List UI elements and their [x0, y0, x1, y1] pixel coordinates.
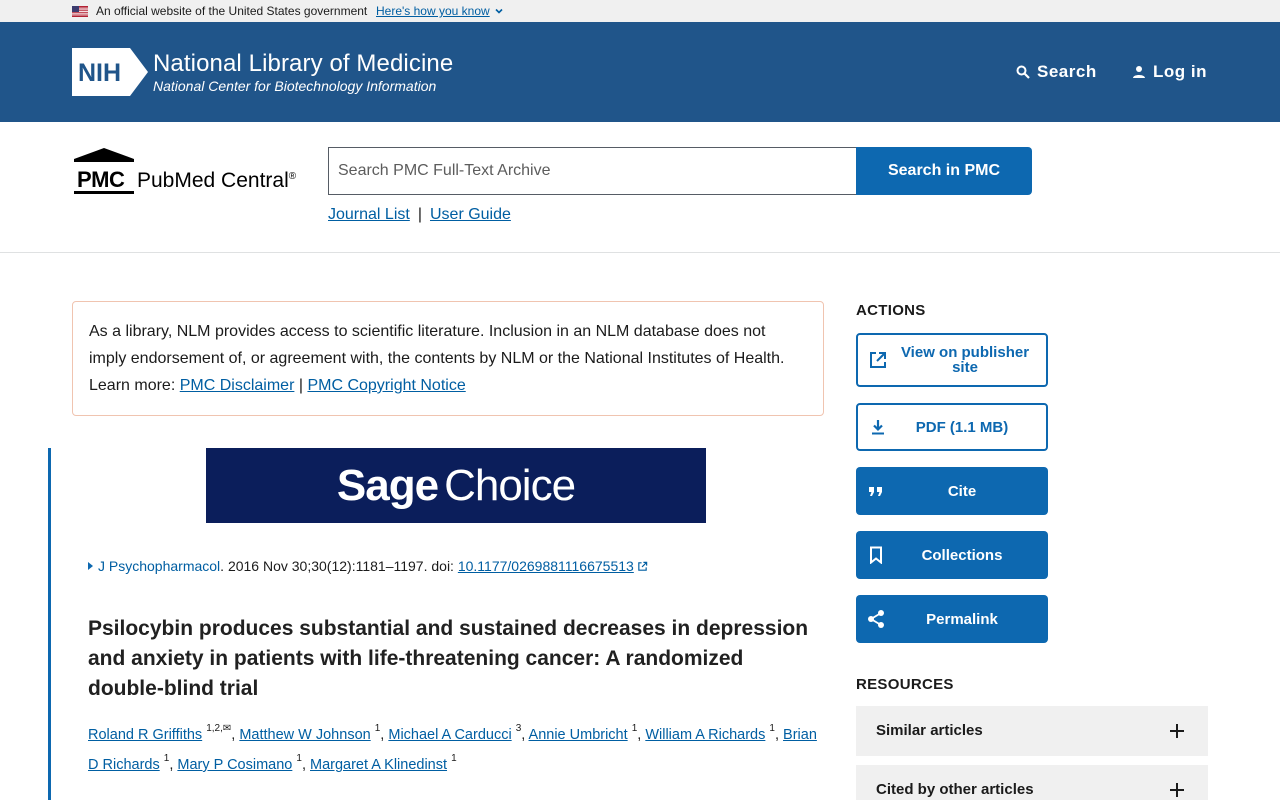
author-link[interactable]: Annie Umbricht — [529, 727, 628, 743]
nlm-title[interactable]: National Library of Medicine — [153, 50, 453, 78]
disclaimer-text: As a library, NLM provides access to sci… — [89, 323, 785, 367]
author-affiliation: 1,2,✉ — [206, 723, 232, 734]
download-icon — [868, 417, 888, 437]
header-search-label: Search — [1037, 62, 1097, 81]
sage-banner-word1: Sage — [336, 460, 439, 510]
author-link[interactable]: William A Richards — [645, 727, 765, 743]
search-icon — [1016, 65, 1030, 79]
gov-banner-text: An official website of the United States… — [96, 4, 368, 18]
actions-heading: ACTIONS — [856, 302, 926, 319]
quote-icon — [866, 481, 886, 501]
link-separator: | — [417, 206, 422, 223]
pmc-links: Journal List | User Guide — [328, 206, 511, 224]
article-title: Psilocybin produces substantial and sust… — [88, 617, 809, 700]
cited-by-label: Cited by other articles — [876, 781, 1034, 798]
user-icon — [1133, 66, 1145, 78]
plus-icon — [1170, 783, 1184, 797]
nlm-subtitle: National Center for Biotechnology Inform… — [153, 78, 437, 94]
similar-articles-accordion[interactable]: Similar articles — [856, 706, 1208, 756]
nlm-header: NIH National Library of Medicine Nationa… — [0, 22, 1280, 122]
author-link[interactable]: Margaret A Klinedinst — [310, 757, 447, 773]
pmc-disclaimer-link[interactable]: PMC Disclaimer — [180, 377, 295, 394]
sage-choice-banner[interactable]: Sage Choice — [206, 448, 706, 523]
cited-by-accordion[interactable]: Cited by other articles — [856, 765, 1208, 800]
author-link[interactable]: Roland R Griffiths — [88, 727, 202, 743]
cite-button[interactable]: Cite — [856, 467, 1048, 515]
heres-how-you-know-link[interactable]: Here's how you know — [376, 4, 490, 18]
nih-logo[interactable]: NIH — [72, 48, 148, 96]
author-affiliation: 1 — [451, 753, 457, 764]
author-affiliation: 1 — [374, 723, 381, 734]
learn-more-label: Learn more: — [89, 377, 176, 394]
pdf-download-button[interactable]: PDF (1.1 MB) — [856, 403, 1048, 451]
resources-heading: RESOURCES — [856, 676, 954, 693]
bookmark-icon — [866, 545, 886, 565]
author-link[interactable]: Matthew W Johnson — [239, 727, 370, 743]
pmc-logo-abbr: PMC — [77, 167, 125, 192]
chevron-down-icon[interactable] — [494, 6, 504, 16]
us-flag-icon — [72, 6, 88, 17]
sage-banner-word2: Choice — [444, 460, 576, 510]
author-list: Roland R Griffiths 1,2,✉, Matthew W John… — [88, 723, 817, 774]
collections-button[interactable]: Collections — [856, 531, 1048, 579]
article-citation: J Psychopharmacol. 2016 Nov 30;30(12):11… — [88, 558, 648, 574]
author-affiliation: 3 — [515, 723, 522, 734]
journal-list-link[interactable]: Journal List — [328, 206, 410, 223]
share-icon — [866, 609, 886, 629]
search-in-pmc-button[interactable]: Search in PMC — [856, 147, 1032, 195]
pmc-search-input[interactable] — [328, 147, 857, 195]
citation-details: . 2016 Nov 30;30(12):1181–1197. doi: — [220, 558, 458, 574]
expand-triangle-icon[interactable] — [88, 562, 93, 570]
author-link[interactable]: Michael A Carducci — [388, 727, 511, 743]
similar-articles-label: Similar articles — [876, 722, 983, 739]
pmc-logo-name: PubMed Central® — [137, 169, 296, 193]
article-accent-bar — [48, 448, 51, 800]
registered-mark: ® — [288, 171, 297, 182]
author-link[interactable]: Mary P Cosimano — [177, 757, 292, 773]
nih-logo-text: NIH — [78, 59, 121, 87]
author-affiliation: 1 — [163, 753, 170, 764]
author-affiliation: 1 — [769, 723, 775, 734]
header-login-button[interactable]: Log in — [1132, 62, 1207, 82]
plus-icon — [1170, 724, 1184, 738]
external-link-icon — [868, 350, 888, 370]
header-login-label: Log in — [1153, 62, 1207, 81]
header-search-button[interactable]: Search — [1016, 62, 1097, 82]
journal-link[interactable]: J Psychopharmacol — [98, 558, 220, 574]
permalink-button[interactable]: Permalink — [856, 595, 1048, 643]
pmc-logo[interactable]: PMC PubMed Central® — [72, 147, 317, 197]
user-guide-link[interactable]: User Guide — [430, 206, 511, 223]
pmc-logo-name-text: PubMed Central — [137, 169, 289, 192]
pmc-copyright-notice-link[interactable]: PMC Copyright Notice — [307, 377, 465, 394]
gov-banner: An official website of the United States… — [0, 0, 1280, 22]
pmc-search-bar: PMC PubMed Central® Search in PMC Journa… — [0, 122, 1280, 253]
external-link-icon[interactable] — [637, 561, 648, 572]
view-on-publisher-site-button[interactable]: View on publisher site — [856, 333, 1048, 387]
library-disclaimer: As a library, NLM provides access to sci… — [72, 301, 824, 416]
author-affiliation: 1 — [631, 723, 638, 734]
author-affiliation: 1 — [296, 753, 302, 764]
disclaimer-separator: | — [298, 377, 303, 394]
doi-link[interactable]: 10.1177/0269881116675513 — [458, 558, 634, 574]
